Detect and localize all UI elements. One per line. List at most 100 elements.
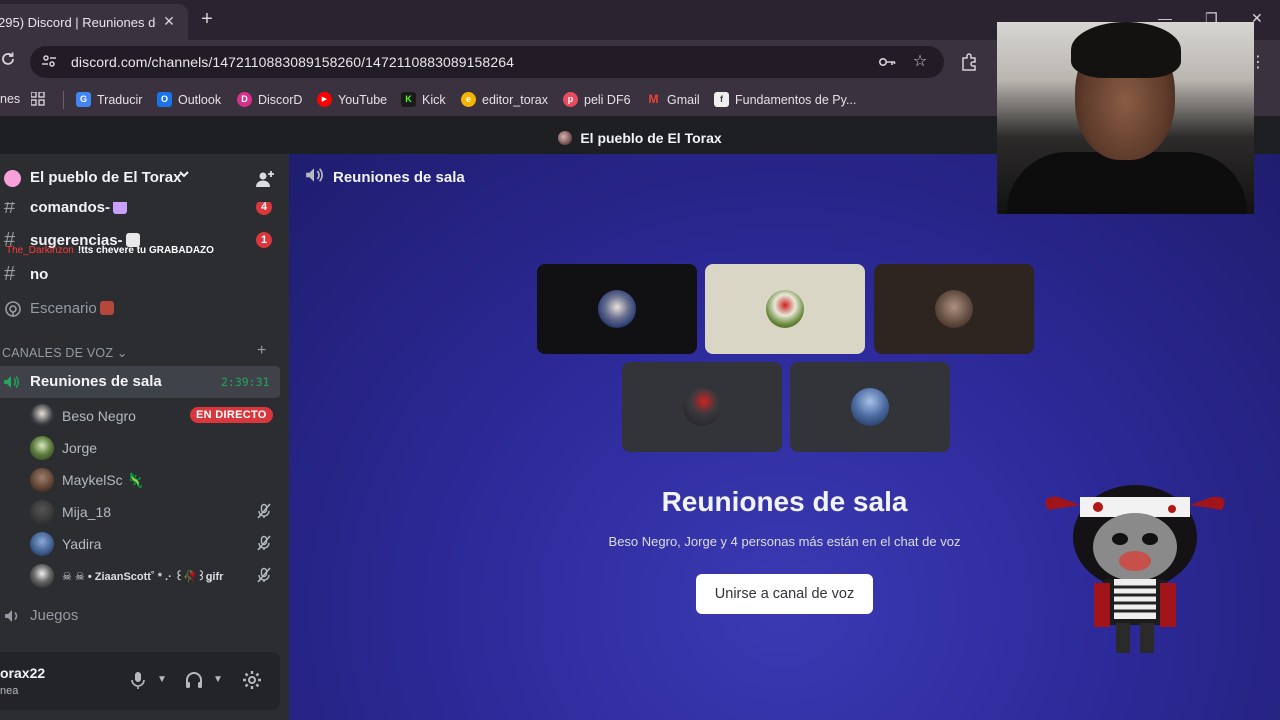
participant-tile[interactable]	[537, 264, 697, 354]
voice-category-header[interactable]: CANALES DE VOZ ⌄	[2, 345, 128, 360]
window-title: El pueblo de El Torax	[558, 129, 722, 146]
voice-channel-juegos[interactable]: Juegos	[0, 600, 280, 630]
mention-badge: 1	[256, 232, 272, 248]
text-channel-icon: #	[4, 262, 16, 285]
bookmark-kick[interactable]: K Kick	[401, 92, 446, 107]
participant-tile[interactable]	[705, 264, 865, 354]
muted-mic-icon	[256, 535, 272, 551]
server-header[interactable]: El pueblo de El Torax	[0, 154, 289, 202]
participant-tile[interactable]	[874, 264, 1034, 354]
channel-list: # comandos- 4 # sugerencias- 1 The_Darki…	[0, 154, 289, 648]
extensions-icon[interactable]	[960, 53, 978, 71]
voice-member-jorge[interactable]: Jorge	[0, 432, 280, 462]
voice-member-mija-18[interactable]: Mija_18	[0, 496, 280, 526]
bookmark-editor-torax[interactable]: e editor_torax	[461, 92, 548, 107]
bookmark-discord[interactable]: D DiscorD	[237, 92, 302, 107]
bookmark-star-icon[interactable]: ☆	[911, 53, 929, 71]
stream-chat-overlay: The_Darkinzon !tts chevere tu GRABADAZO	[6, 245, 214, 256]
bookmark-label: Outlook	[178, 92, 222, 107]
channel-header-title: Reuniones de sala	[333, 169, 465, 186]
chevron-down-icon	[178, 168, 190, 183]
google-translate-icon: G	[76, 92, 91, 107]
member-name: Beso Negro	[62, 408, 136, 424]
channel-no[interactable]: # no	[0, 259, 280, 289]
bookmark-label: editor_torax	[482, 92, 549, 107]
overlay-message: !tts chevere tu GRABADAZO	[77, 245, 214, 256]
participant-tile[interactable]	[790, 362, 950, 452]
member-name: Yadira	[62, 536, 102, 552]
webcam-person-hair	[1071, 22, 1181, 78]
member-name: MaykelSc 🦎	[62, 472, 145, 488]
bookmark-label: peli DF6	[584, 92, 631, 107]
bookmark-outlook[interactable]: O Outlook	[157, 92, 221, 107]
password-key-icon[interactable]	[878, 53, 896, 71]
server-avatar-icon	[558, 130, 573, 145]
member-name: Mija_18	[62, 504, 112, 520]
chevron-down-icon[interactable]: ▼	[213, 674, 223, 685]
editor-icon: e	[461, 92, 476, 107]
voice-member-yadira[interactable]: Yadira	[0, 528, 280, 558]
channel-header: Reuniones de sala	[305, 166, 465, 189]
bookmark-nes[interactable]: nes	[0, 92, 20, 106]
apps-grid-icon[interactable]	[31, 92, 45, 106]
bookmark-label: DiscorD	[258, 92, 303, 107]
webcam-person-torso	[1007, 152, 1247, 214]
voice-member-maykelsc[interactable]: MaykelSc 🦎	[0, 464, 280, 494]
server-name: El pueblo de El Torax	[30, 169, 182, 186]
avatar	[935, 290, 973, 328]
bookmark-youtube[interactable]: ▶ YouTube	[317, 92, 387, 107]
headphones-icon[interactable]	[184, 670, 206, 692]
muted-mic-icon	[256, 503, 272, 519]
channel-sidebar: El pueblo de El Torax # comandos- 4 # su…	[0, 154, 289, 720]
participant-tile[interactable]	[622, 362, 782, 452]
tab-title: 295) Discord | Reuniones de s	[0, 14, 156, 30]
voice-channel-reuniones[interactable]: Reuniones de sala 2:39:31	[0, 366, 280, 398]
call-timer: 2:39:31	[221, 375, 270, 389]
avatar	[30, 564, 54, 588]
speaker-icon	[4, 607, 20, 630]
chevron-down-icon[interactable]: ▼	[157, 674, 167, 685]
channel-escenario[interactable]: Escenario	[0, 293, 280, 323]
join-voice-button[interactable]: Unirse a canal de voz	[696, 574, 873, 614]
avatar	[30, 468, 54, 492]
bookmark-gmail[interactable]: M Gmail	[646, 92, 700, 107]
bookmark-traducir[interactable]: G Traducir	[76, 92, 142, 107]
close-tab-icon[interactable]: ✕	[160, 12, 178, 30]
new-tab-button[interactable]: +	[196, 8, 218, 30]
site-info-icon[interactable]	[40, 53, 58, 71]
microphone-icon[interactable]	[128, 670, 150, 692]
gear-icon[interactable]	[242, 670, 264, 692]
avatar	[766, 290, 804, 328]
window-title-text: El pueblo de El Torax	[580, 129, 722, 146]
bull-emoji-icon	[99, 300, 114, 315]
reload-icon[interactable]	[0, 51, 18, 73]
avatar	[598, 290, 636, 328]
channel-name: Juegos	[30, 606, 79, 624]
avatar	[851, 388, 889, 426]
voice-member-beso-negro[interactable]: Beso Negro EN DIRECTO	[0, 400, 280, 430]
avatar	[30, 404, 54, 428]
document-icon: f	[714, 92, 729, 107]
channel-name: Escenario	[30, 300, 114, 317]
bookmark-peli-df6[interactable]: p peli DF6	[563, 92, 631, 107]
bookmark-label: YouTube	[338, 92, 388, 107]
avatar	[30, 436, 54, 460]
user-status: nea	[0, 685, 19, 697]
bookmark-fundamentos[interactable]: f Fundamentos de Py...	[714, 92, 856, 107]
overlay-username: The_Darkinzon	[6, 245, 74, 256]
url-text: discord.com/channels/1472110883089158260…	[71, 54, 514, 70]
browser-tab-discord[interactable]: 295) Discord | Reuniones de s ✕	[0, 4, 188, 40]
add-channel-icon[interactable]: +	[257, 342, 266, 360]
member-name: ☠ ☠ • ZiaanScott˚ * .· ꒰🥀꒱ǥifr	[62, 571, 224, 583]
bookmark-label: Traducir	[97, 92, 143, 107]
user-panel: orax22 nea ▼ ▼	[0, 652, 280, 710]
username[interactable]: orax22	[0, 665, 45, 681]
muted-mic-icon	[256, 567, 272, 583]
discord-bookmark-icon: D	[237, 92, 252, 107]
address-bar[interactable]: discord.com/channels/1472110883089158260…	[30, 46, 944, 78]
channel-name: no	[30, 265, 49, 283]
live-badge: EN DIRECTO	[190, 407, 273, 423]
speaker-icon	[3, 374, 19, 390]
voice-member-ziaanscott[interactable]: ☠ ☠ • ZiaanScott˚ * .· ꒰🥀꒱ǥifr	[0, 560, 280, 590]
invite-people-icon[interactable]	[255, 169, 275, 189]
